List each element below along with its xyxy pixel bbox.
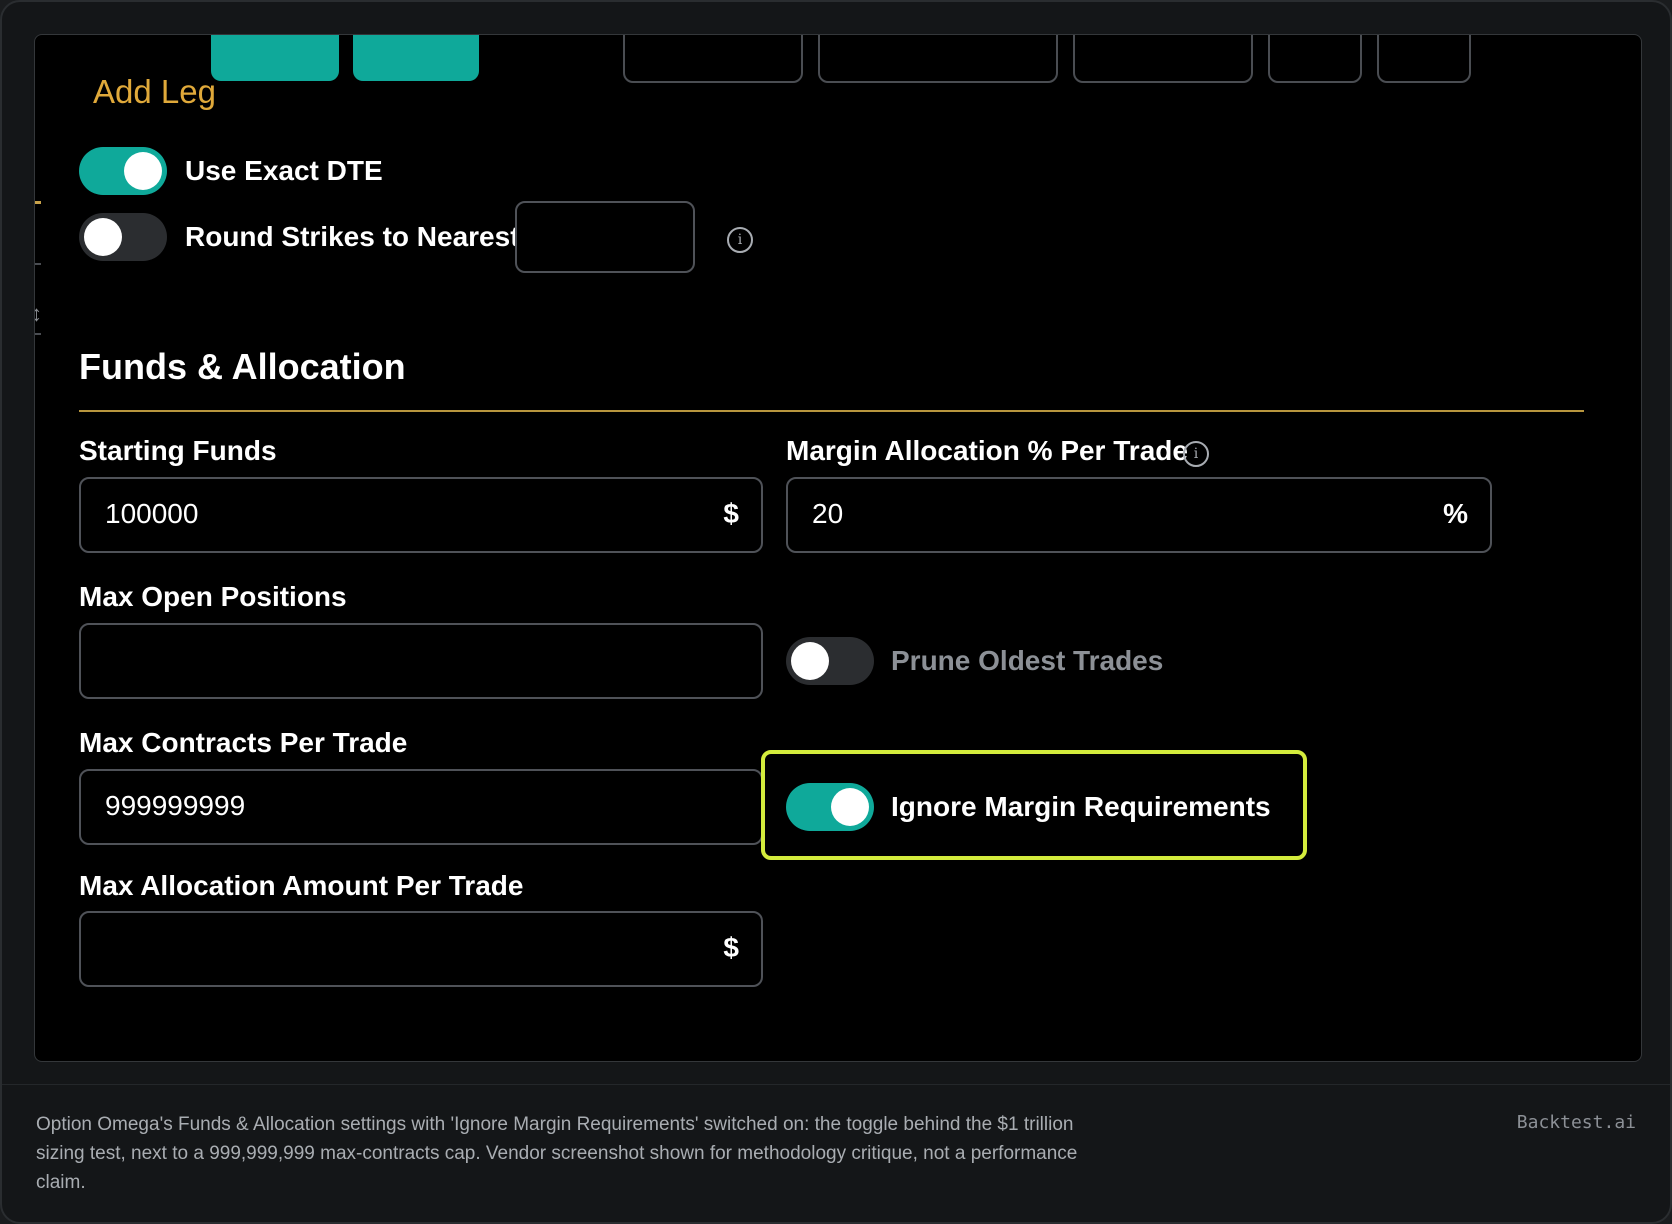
starting-funds-label: Starting Funds [79, 435, 277, 466]
clipped-field[interactable] [623, 35, 803, 83]
round-strikes-label: Round Strikes to Nearest [185, 221, 520, 252]
clipped-field[interactable] [1377, 35, 1471, 83]
starting-funds-value: 100000 [105, 498, 199, 529]
round-strikes-input[interactable] [515, 201, 695, 273]
clipped-field[interactable] [818, 35, 1058, 83]
section-divider [79, 410, 1584, 412]
max-open-positions-input[interactable] [79, 623, 763, 699]
chevron-updown-icon[interactable]: ↕ [35, 303, 42, 325]
clipped-teal-button[interactable] [353, 35, 479, 81]
footer-caption: Option Omega's Funds & Allocation settin… [36, 1114, 1078, 1193]
round-strikes-toggle[interactable] [79, 213, 167, 261]
clipped-field[interactable] [1268, 35, 1362, 83]
app-window: ↕ Add Leg Use Exact DTE Round Strikes to… [0, 0, 1672, 1224]
info-icon[interactable]: i [727, 227, 753, 253]
toggle-knob [831, 788, 869, 826]
percent-unit: % [1443, 498, 1468, 529]
info-icon[interactable]: i [1183, 441, 1209, 467]
edge-accent-mark [35, 201, 41, 204]
toggle-knob [791, 642, 829, 680]
margin-allocation-label: Margin Allocation % Per Trade [786, 435, 1188, 466]
max-contracts-label: Max Contracts Per Trade [79, 727, 408, 758]
max-open-positions-label: Max Open Positions [79, 581, 347, 612]
prune-oldest-trades-toggle[interactable] [786, 637, 874, 685]
margin-allocation-input[interactable]: 20 % [786, 477, 1492, 553]
max-contracts-value: 999999999 [105, 790, 246, 821]
settings-panel: ↕ Add Leg Use Exact DTE Round Strikes to… [34, 34, 1642, 1062]
edge-divider [35, 263, 41, 265]
toggle-knob [124, 152, 162, 190]
prune-oldest-trades-label: Prune Oldest Trades [891, 645, 1164, 676]
clipped-teal-button[interactable] [211, 35, 339, 81]
use-exact-dte-label: Use Exact DTE [185, 155, 383, 186]
ignore-margin-toggle[interactable] [786, 783, 874, 831]
use-exact-dte-toggle[interactable] [79, 147, 167, 195]
dollar-unit: $ [723, 932, 739, 963]
max-allocation-amount-input[interactable]: $ [79, 911, 763, 987]
edge-divider [35, 333, 41, 335]
dollar-unit: $ [723, 498, 739, 529]
margin-allocation-value: 20 [812, 498, 844, 529]
max-contracts-input[interactable]: 999999999 [79, 769, 763, 845]
max-allocation-amount-label: Max Allocation Amount Per Trade [79, 870, 524, 901]
starting-funds-input[interactable]: 100000 $ [79, 477, 763, 553]
add-leg-button[interactable]: Add Leg [93, 73, 216, 111]
footer-divider [2, 1084, 1670, 1085]
toggle-knob [84, 218, 122, 256]
section-title: Funds & Allocation [79, 346, 406, 387]
clipped-field[interactable] [1073, 35, 1253, 83]
ignore-margin-label: Ignore Margin Requirements [891, 791, 1271, 822]
brand-label: Backtest.ai [1516, 1112, 1636, 1133]
